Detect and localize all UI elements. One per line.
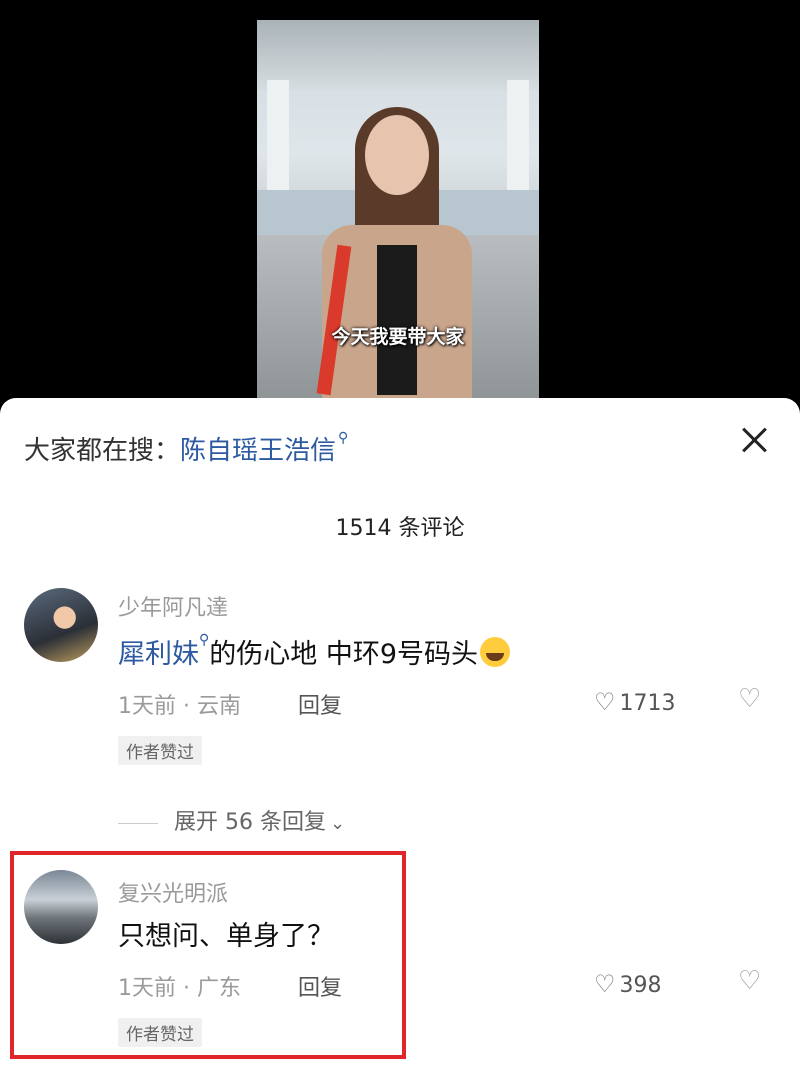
highlight-box — [10, 851, 406, 1059]
reply-button[interactable]: 回复 — [298, 688, 342, 720]
expand-replies-button[interactable]: 展开 56 条回复 ⌄ — [118, 804, 345, 836]
comment-count: 1514 条评论 — [335, 516, 465, 541]
comment-text-body: 的伤心地 中环9号码头 — [209, 639, 479, 670]
divider — [118, 822, 158, 824]
heart-icon: ♡ — [594, 688, 616, 716]
author-liked-badge: 作者赞过 — [118, 736, 202, 765]
comment-text: 犀利妹⚲的伤心地 中环9号码头 — [118, 632, 511, 671]
crying-face-emoji — [480, 637, 511, 667]
like-button[interactable]: ♡ 398 — [594, 970, 662, 998]
comment-username[interactable]: 少年阿凡達 — [118, 590, 228, 622]
avatar[interactable] — [24, 588, 98, 662]
close-icon[interactable] — [738, 424, 770, 456]
search-icon: ⚲ — [199, 632, 210, 648]
video-player-area[interactable]: 今天我要带大家 — [0, 0, 800, 410]
trending-search: 大家都在搜：陈自瑶王浩信 ⚲ — [24, 430, 348, 467]
trending-search-keyword[interactable]: 陈自瑶王浩信 — [180, 436, 336, 466]
comment-sheet: 大家都在搜：陈自瑶王浩信 ⚲ 1514 条评论 少年阿凡達 犀利妹⚲的伤心地 中环… — [0, 398, 800, 1074]
chevron-down-icon: ⌄ — [329, 813, 346, 834]
dislike-icon[interactable]: ♡ — [738, 684, 761, 714]
video-caption: 今天我要带大家 — [331, 326, 465, 348]
trending-search-label: 大家都在搜： — [24, 436, 181, 466]
dislike-icon[interactable]: ♡ — [738, 966, 761, 996]
expand-replies-label: 展开 56 条回复 — [174, 810, 326, 835]
comment-keyword-link[interactable]: 犀利妹 — [118, 639, 199, 670]
like-count: 398 — [619, 973, 662, 998]
pier-roof — [257, 20, 539, 90]
video-frame[interactable]: 今天我要带大家 — [257, 20, 539, 400]
search-icon: ⚲ — [338, 430, 349, 446]
heart-icon: ♡ — [594, 970, 616, 998]
presenter-figure — [316, 107, 477, 400]
like-button[interactable]: ♡ 1713 — [594, 688, 676, 716]
like-count: 1713 — [619, 691, 676, 716]
comment-meta: 1天前 · 云南 — [118, 694, 241, 719]
